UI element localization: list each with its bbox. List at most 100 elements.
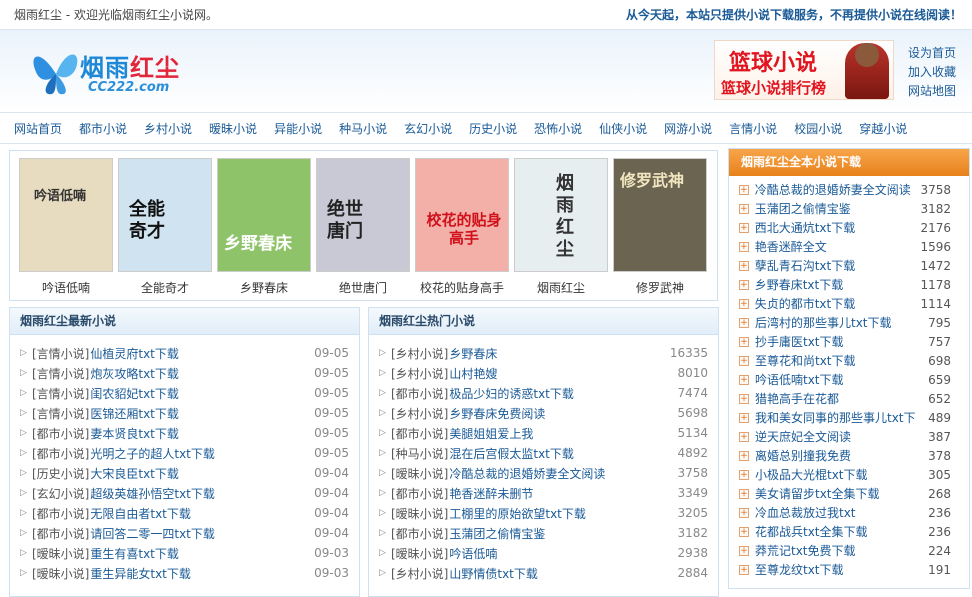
book-name[interactable]: 吟语低喃 [19, 279, 113, 296]
sidebar-novel-link[interactable]: 西北大通炕txt下载 [755, 219, 921, 236]
category-label[interactable]: [都市小说] [32, 445, 89, 462]
book-cover[interactable]: 修罗武神 [613, 158, 707, 272]
list-item[interactable]: ▷ [都市小说] 妻本贤良txt下载 09-05 [20, 423, 349, 443]
list-item[interactable]: ▷ [都市小说] 玉蒲团之偷情宝鉴 3182 [379, 523, 708, 543]
nav-fantasy[interactable]: 玄幻小说 [404, 120, 452, 137]
sidebar-novel-link[interactable]: 逆天庶妃全文阅读 [755, 428, 927, 445]
novel-link[interactable]: 美腿姐姐爱上我 [449, 425, 533, 442]
novel-link[interactable]: 混在后宫假太监txt下载 [449, 445, 574, 462]
list-item[interactable]: ▷ [都市小说] 艳香迷醉未删节 3349 [379, 483, 708, 503]
sidebar-item[interactable]: + 莽荒记txt免费下载 224 [739, 541, 969, 560]
category-label[interactable]: [都市小说] [32, 525, 89, 542]
novel-link[interactable]: 请回答二零一四txt下载 [90, 525, 215, 542]
book-name[interactable]: 绝世唐门 [316, 279, 410, 296]
cover-item[interactable]: 修罗武神 修罗武神 [613, 158, 707, 296]
list-item[interactable]: ▷ [言情小说] 闺农貂妃txt下载 09-05 [20, 383, 349, 403]
list-item[interactable]: ▷ [暧昧小说] 冷酷总裁的退婚娇妻全文阅读 3758 [379, 463, 708, 483]
category-label[interactable]: [都市小说] [391, 385, 448, 402]
category-label[interactable]: [都市小说] [391, 485, 448, 502]
book-cover[interactable]: 吟语低喃 [19, 158, 113, 272]
sidebar-item[interactable]: + 后湾村的那些事儿txt下载 795 [739, 313, 969, 332]
list-item[interactable]: ▷ [暧昧小说] 工棚里的原始欲望txt下载 3205 [379, 503, 708, 523]
nav-rural[interactable]: 乡村小说 [144, 120, 192, 137]
list-item[interactable]: ▷ [种马小说] 混在后宫假太监txt下载 4892 [379, 443, 708, 463]
category-label[interactable]: [都市小说] [32, 505, 89, 522]
book-cover[interactable]: 全能奇才 [118, 158, 212, 272]
list-item[interactable]: ▷ [言情小说] 仙植灵府txt下载 09-05 [20, 343, 349, 363]
sidebar-item[interactable]: + 冷酷总裁的退婚娇妻全文阅读 3758 [739, 180, 969, 199]
sidebar-novel-link[interactable]: 后湾村的那些事儿txt下载 [755, 314, 927, 331]
list-item[interactable]: ▷ [言情小说] 炮灰攻略txt下载 09-05 [20, 363, 349, 383]
set-homepage-link[interactable]: 设为首页 [908, 44, 956, 63]
novel-link[interactable]: 冷酷总裁的退婚娇妻全文阅读 [449, 465, 605, 482]
novel-link[interactable]: 妻本贤良txt下载 [90, 425, 179, 442]
sidebar-novel-link[interactable]: 猎艳高手在花都 [755, 390, 927, 407]
list-item[interactable]: ▷ [言情小说] 医锦还厢txt下载 09-05 [20, 403, 349, 423]
novel-link[interactable]: 吟语低喃 [449, 545, 497, 562]
list-item[interactable]: ▷ [都市小说] 美腿姐姐爱上我 5134 [379, 423, 708, 443]
category-label[interactable]: [乡村小说] [391, 345, 448, 362]
sidebar-novel-link[interactable]: 至尊龙纹txt下载 [755, 561, 927, 578]
site-logo[interactable]: 烟雨红尘 CC222.com [30, 40, 190, 100]
category-label[interactable]: [都市小说] [391, 525, 448, 542]
novel-link[interactable]: 极品少妇的诱惑txt下载 [449, 385, 574, 402]
cover-item[interactable]: 校花的贴身高手 校花的贴身高手 [415, 158, 509, 296]
sidebar-item[interactable]: + 失贞的都市txt下载 1114 [739, 294, 969, 313]
sidebar-item[interactable]: + 猎艳高手在花都 652 [739, 389, 969, 408]
sidebar-novel-link[interactable]: 玉蒲团之偷情宝鉴 [755, 200, 921, 217]
book-name[interactable]: 烟雨红尘 [514, 279, 608, 296]
sidebar-item[interactable]: + 西北大通炕txt下载 2176 [739, 218, 969, 237]
sidebar-novel-link[interactable]: 花都战兵txt全集下载 [755, 523, 927, 540]
list-item[interactable]: ▷ [都市小说] 极品少妇的诱惑txt下载 7474 [379, 383, 708, 403]
list-item[interactable]: ▷ [乡村小说] 乡野春床免费阅读 5698 [379, 403, 708, 423]
sidebar-novel-link[interactable]: 我和美女同事的那些事儿txt下 [755, 409, 927, 426]
category-label[interactable]: [玄幻小说] [32, 485, 89, 502]
cover-item[interactable]: 全能奇才 全能奇才 [118, 158, 212, 296]
novel-link[interactable]: 乡野春床免费阅读 [449, 405, 545, 422]
nav-home[interactable]: 网站首页 [14, 120, 62, 137]
list-item[interactable]: ▷ [历史小说] 大宋良臣txt下载 09-04 [20, 463, 349, 483]
sidebar-item[interactable]: + 玉蒲团之偷情宝鉴 3182 [739, 199, 969, 218]
sidebar-item[interactable]: + 乡野春床txt下载 1178 [739, 275, 969, 294]
novel-link[interactable]: 闺农貂妃txt下载 [90, 385, 179, 402]
sidebar-novel-link[interactable]: 冷酷总裁的退婚娇妻全文阅读 [755, 181, 921, 198]
list-item[interactable]: ▷ [乡村小说] 山村艳嫂 8010 [379, 363, 708, 383]
book-name[interactable]: 校花的贴身高手 [415, 279, 509, 296]
sidebar-item[interactable]: + 离婚总别撞我免费 378 [739, 446, 969, 465]
sidebar-item[interactable]: + 孽乱青石沟txt下载 1472 [739, 256, 969, 275]
cover-item[interactable]: 吟语低喃 吟语低喃 [19, 158, 113, 296]
novel-link[interactable]: 工棚里的原始欲望txt下载 [449, 505, 586, 522]
list-item[interactable]: ▷ [暧昧小说] 吟语低喃 2938 [379, 543, 708, 563]
list-item[interactable]: ▷ [都市小说] 无限自由者txt下载 09-04 [20, 503, 349, 523]
sidebar-novel-link[interactable]: 离婚总别撞我免费 [755, 447, 927, 464]
book-name[interactable]: 修罗武神 [613, 279, 707, 296]
sidebar-novel-link[interactable]: 吟语低喃txt下载 [755, 371, 927, 388]
sidebar-item[interactable]: + 美女请留步txt全集下载 268 [739, 484, 969, 503]
list-item[interactable]: ▷ [乡村小说] 乡野春床 16335 [379, 343, 708, 363]
novel-link[interactable]: 光明之子的超人txt下载 [90, 445, 215, 462]
list-item[interactable]: ▷ [暧昧小说] 重生有喜txt下载 09-03 [20, 543, 349, 563]
category-label[interactable]: [暧昧小说] [32, 565, 89, 582]
category-label[interactable]: [都市小说] [391, 425, 448, 442]
category-label[interactable]: [言情小说] [32, 405, 89, 422]
novel-link[interactable]: 山野情债txt下载 [449, 565, 538, 582]
book-name[interactable]: 全能奇才 [118, 279, 212, 296]
basketball-banner[interactable]: 篮球小说 篮球小说排行榜 [714, 40, 894, 100]
sidebar-novel-link[interactable]: 抄手庸医txt下载 [755, 333, 927, 350]
book-cover[interactable]: 绝世唐门 [316, 158, 410, 272]
sidebar-item[interactable]: + 我和美女同事的那些事儿txt下 489 [739, 408, 969, 427]
sidebar-novel-link[interactable]: 莽荒记txt免费下载 [755, 542, 927, 559]
sidebar-novel-link[interactable]: 失贞的都市txt下载 [755, 295, 921, 312]
sidebar-novel-link[interactable]: 孽乱青石沟txt下载 [755, 257, 921, 274]
category-label[interactable]: [暧昧小说] [391, 505, 448, 522]
category-label[interactable]: [言情小说] [32, 385, 89, 402]
nav-superpower[interactable]: 异能小说 [274, 120, 322, 137]
category-label[interactable]: [乡村小说] [391, 405, 448, 422]
novel-link[interactable]: 仙植灵府txt下载 [90, 345, 179, 362]
nav-time-travel[interactable]: 穿越小说 [859, 120, 907, 137]
nav-urban[interactable]: 都市小说 [79, 120, 127, 137]
category-label[interactable]: [乡村小说] [391, 365, 448, 382]
sidebar-novel-link[interactable]: 至尊花和尚txt下载 [755, 352, 927, 369]
novel-link[interactable]: 无限自由者txt下载 [90, 505, 191, 522]
sidebar-item[interactable]: + 抄手庸医txt下载 757 [739, 332, 969, 351]
